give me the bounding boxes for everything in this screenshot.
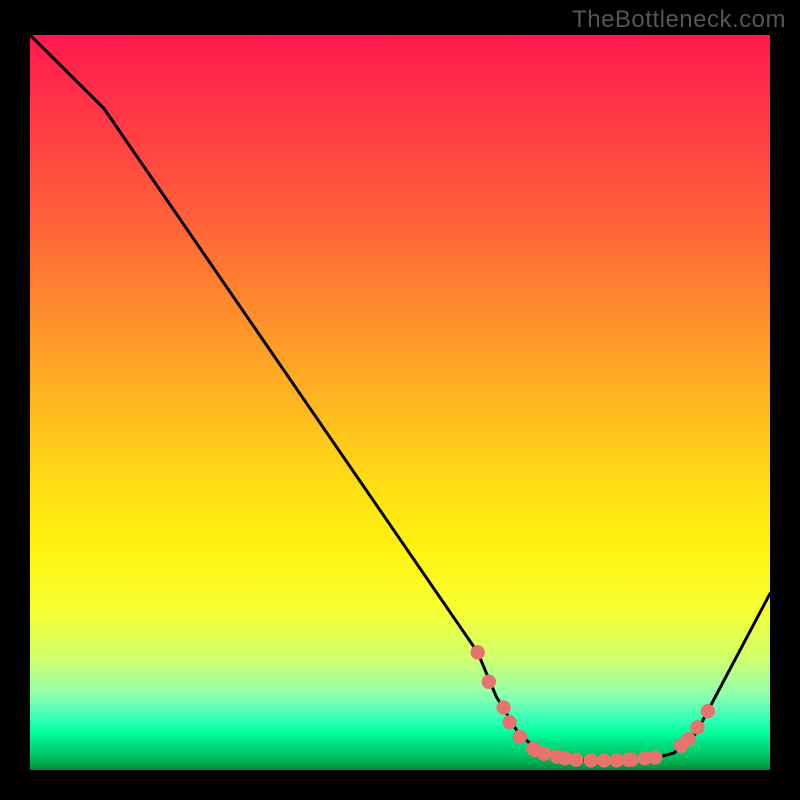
curve-marker: [701, 704, 715, 718]
curve-marker: [513, 730, 527, 744]
watermark-text: TheBottleneck.com: [572, 6, 786, 34]
plot-area: [30, 35, 770, 770]
curve-path: [30, 35, 770, 761]
curve-marker: [597, 753, 611, 767]
curve-marker: [537, 747, 551, 761]
curve-marker: [482, 675, 496, 689]
curve-layer: [30, 35, 770, 770]
chart-stage: TheBottleneck.com: [0, 0, 800, 800]
curve-marker: [503, 715, 517, 729]
curve-marker: [625, 753, 639, 767]
curve-marker: [682, 732, 696, 746]
curve-marker: [584, 753, 598, 767]
curve-marker: [690, 720, 704, 734]
curve-markers: [471, 645, 715, 767]
curve-marker: [648, 751, 662, 765]
curve-marker: [569, 753, 583, 767]
curve-marker: [471, 645, 485, 659]
curve-marker: [497, 701, 511, 715]
